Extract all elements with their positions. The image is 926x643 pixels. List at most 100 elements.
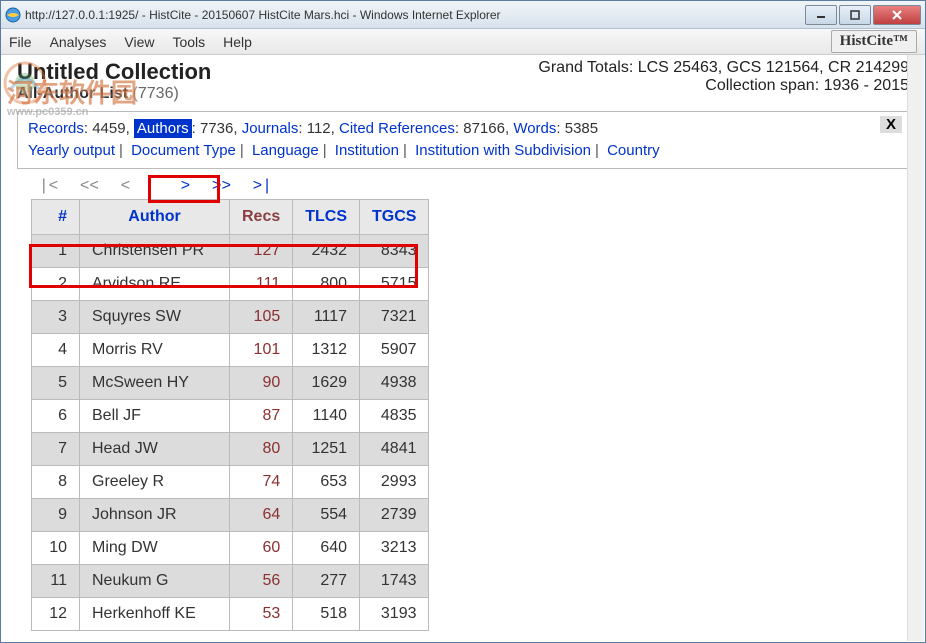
vertical-scrollbar[interactable] [907,55,924,641]
pager-first[interactable]: |< [39,177,58,195]
row-recs[interactable]: 64 [230,499,293,532]
pager-next-page[interactable]: >> [212,177,231,195]
row-tlcs: 800 [293,268,360,301]
col-author[interactable]: Author [80,200,230,235]
institution-subdivision-link[interactable]: Institution with Subdivision [415,142,591,159]
row-recs[interactable]: 74 [230,466,293,499]
records-value: 4459 [92,120,125,137]
table-row: 7Head JW8012514841 [32,433,429,466]
menu-tools[interactable]: Tools [172,34,205,50]
col-index[interactable]: # [32,200,80,235]
row-recs[interactable]: 60 [230,532,293,565]
row-recs[interactable]: 111 [230,268,293,301]
info-row-2: Yearly output| Document Type| Language| … [28,140,898,162]
row-author[interactable]: Greeley R [80,466,230,499]
col-recs[interactable]: Recs [230,200,293,235]
table-row: 6Bell JF8711404835 [32,400,429,433]
row-tlcs: 1251 [293,433,360,466]
row-tlcs: 1117 [293,301,360,334]
row-index: 12 [32,598,80,631]
cited-value: 87166 [463,120,505,137]
watermark-logo-icon [1,59,49,107]
row-index: 8 [32,466,80,499]
row-index: 2 [32,268,80,301]
totals-line2: Collection span: 1936 - 2015 [538,77,909,95]
row-author[interactable]: Arvidson RE [80,268,230,301]
row-author[interactable]: Neukum G [80,565,230,598]
row-recs[interactable]: 80 [230,433,293,466]
col-tgcs[interactable]: TGCS [360,200,429,235]
grand-totals: Grand Totals: LCS 25463, GCS 121564, CR … [538,59,909,95]
pager-prev-page[interactable]: << [80,177,99,195]
row-recs[interactable]: 56 [230,565,293,598]
table-row: 12Herkenhoff KE535183193 [32,598,429,631]
row-author[interactable]: Squyres SW [80,301,230,334]
row-recs[interactable]: 90 [230,367,293,400]
row-author[interactable]: Ming DW [80,532,230,565]
row-author[interactable]: Head JW [80,433,230,466]
journals-link[interactable]: Journals [242,120,299,137]
brand-label: HistCite™ [831,30,917,53]
window-title: http://127.0.0.1:1925/ - HistCite - 2015… [25,8,805,22]
menu-analyses[interactable]: Analyses [50,34,107,50]
authors-table: # Author Recs TLCS TGCS 1Christensen PR1… [31,199,429,631]
row-tlcs: 2432 [293,235,360,268]
row-tgcs: 3213 [360,532,429,565]
row-index: 6 [32,400,80,433]
row-index: 3 [32,301,80,334]
row-tlcs: 1312 [293,334,360,367]
row-tlcs: 554 [293,499,360,532]
pager: |< << < > >> >| [33,177,909,195]
maximize-button[interactable] [839,5,871,25]
records-link[interactable]: Records [28,120,84,137]
row-index: 11 [32,565,80,598]
info-row-1: Records: 4459, Authors: 7736, Journals: … [28,118,898,140]
language-link[interactable]: Language [252,142,319,159]
pager-prev[interactable]: < [121,177,131,195]
row-index: 10 [32,532,80,565]
row-author[interactable]: Herkenhoff KE [80,598,230,631]
close-button[interactable] [873,5,921,25]
cited-references-link[interactable]: Cited References [339,120,455,137]
row-tgcs: 8343 [360,235,429,268]
row-recs[interactable]: 105 [230,301,293,334]
table-row: 2Arvidson RE1118005715 [32,268,429,301]
table-row: 8Greeley R746532993 [32,466,429,499]
minimize-button[interactable] [805,5,837,25]
col-tlcs[interactable]: TLCS [293,200,360,235]
row-recs[interactable]: 87 [230,400,293,433]
menu-view[interactable]: View [124,34,154,50]
row-author[interactable]: Johnson JR [80,499,230,532]
totals-line1: Grand Totals: LCS 25463, GCS 121564, CR … [538,59,909,77]
yearly-output-link[interactable]: Yearly output [28,142,115,159]
authors-link[interactable]: Authors [134,119,192,138]
row-recs[interactable]: 127 [230,235,293,268]
row-tlcs: 518 [293,598,360,631]
row-recs[interactable]: 53 [230,598,293,631]
institution-link[interactable]: Institution [335,142,399,159]
row-tgcs: 2993 [360,466,429,499]
row-author[interactable]: Christensen PR [80,235,230,268]
infobox-close-button[interactable]: X [880,116,902,133]
row-index: 9 [32,499,80,532]
content-area: 河东软件园 www.pc0359.cn Untitled Collection … [1,55,925,642]
menu-file[interactable]: File [9,34,32,50]
table-row: 10Ming DW606403213 [32,532,429,565]
row-index: 5 [32,367,80,400]
row-author[interactable]: Bell JF [80,400,230,433]
pager-next[interactable]: > [181,177,191,195]
row-author[interactable]: McSween HY [80,367,230,400]
row-index: 4 [32,334,80,367]
menu-help[interactable]: Help [223,34,252,50]
document-type-link[interactable]: Document Type [131,142,236,159]
row-author[interactable]: Morris RV [80,334,230,367]
row-index: 1 [32,235,80,268]
row-tgcs: 2739 [360,499,429,532]
titlebar: http://127.0.0.1:1925/ - HistCite - 2015… [1,1,925,29]
journals-value: 112 [307,120,331,137]
pager-last[interactable]: >| [253,177,272,195]
country-link[interactable]: Country [607,142,660,159]
row-recs[interactable]: 101 [230,334,293,367]
row-tlcs: 640 [293,532,360,565]
words-link[interactable]: Words [513,120,556,137]
